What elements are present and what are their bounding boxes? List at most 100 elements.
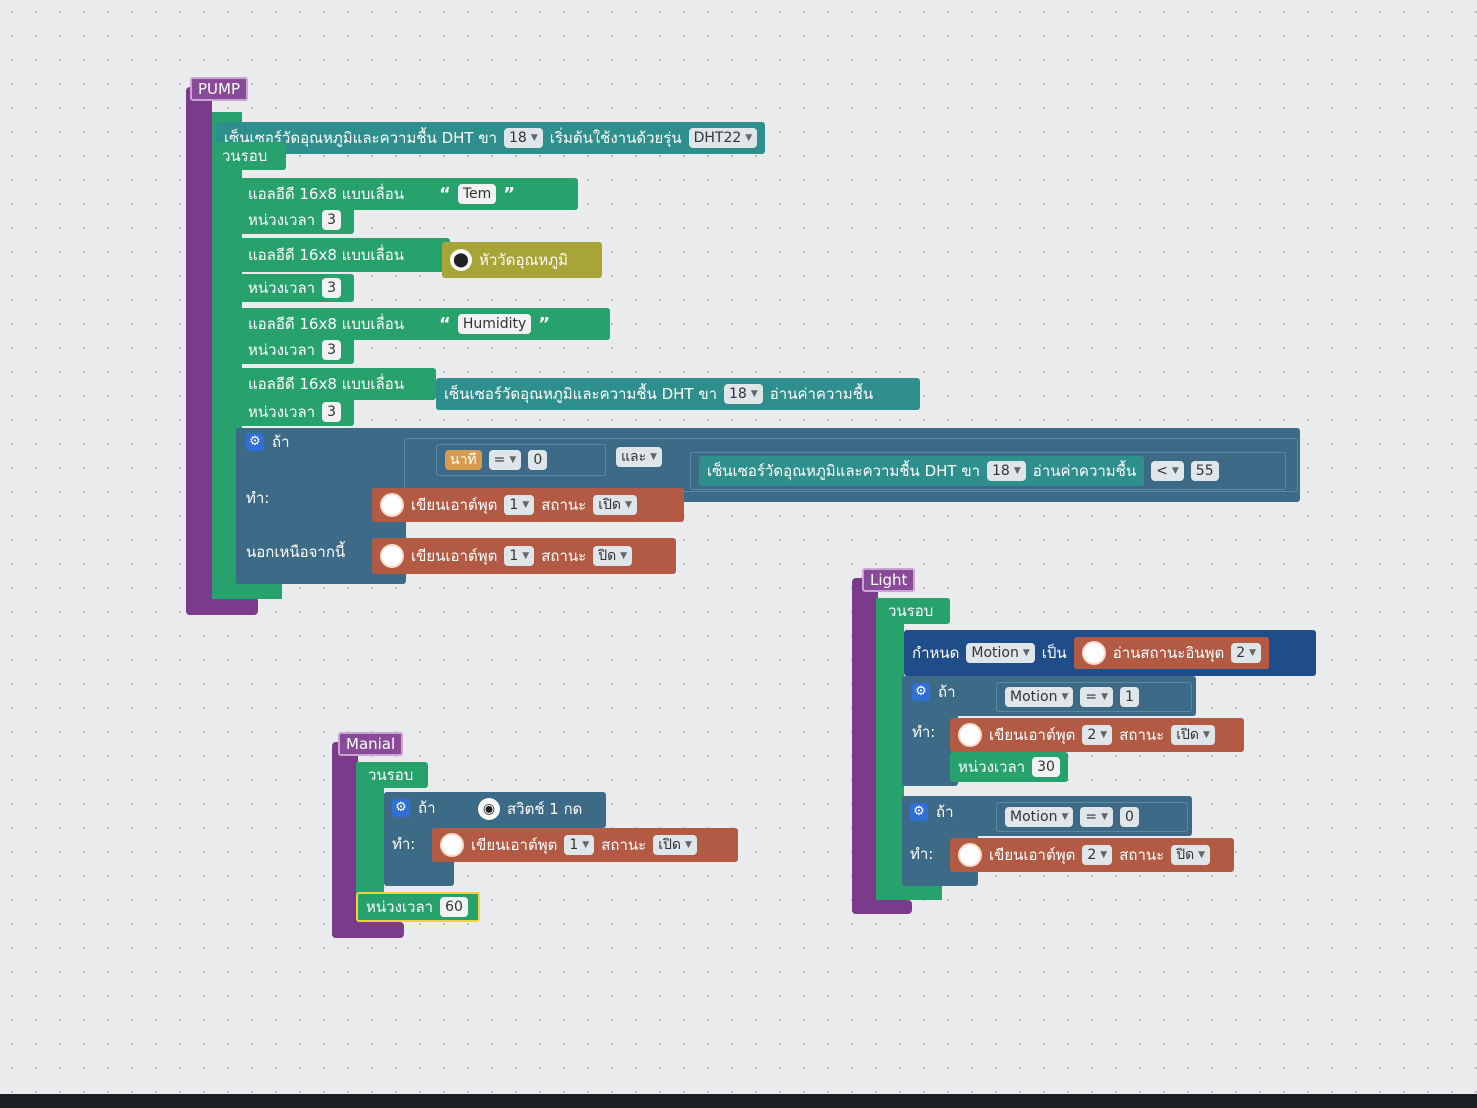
input-pin-dropdown[interactable]: 2 ▼	[1231, 643, 1262, 663]
dropdown-arrow-icon: ▼	[1101, 692, 1109, 702]
led-scroll-block-4[interactable]: แอลอีดี 16x8 แบบเลื่อน	[240, 368, 436, 400]
led-scroll-block-2[interactable]: แอลอีดี 16x8 แบบเลื่อน	[240, 238, 450, 272]
dropdown-arrow-icon: ▼	[624, 500, 632, 510]
and-operator-dropdown[interactable]: และ ▼	[616, 446, 663, 467]
delay-value-field[interactable]: 3	[322, 210, 341, 230]
dht-read-humidity-block[interactable]: เซ็นเซอร์วัดอุณหภูมิและความชื้น DHT ขา 1…	[436, 378, 920, 410]
light-function-name[interactable]: Light	[862, 568, 916, 592]
dht-pin-dropdown[interactable]: 18 ▼	[724, 384, 763, 404]
compare-motion-eq0[interactable]: Motion ▼ = ▼ 0	[996, 802, 1188, 832]
dropdown-arrow-icon: ▼	[1198, 850, 1206, 860]
light-function-frame[interactable]	[852, 578, 878, 914]
bulb-icon	[380, 544, 404, 568]
dropdown-arrow-icon: ▼	[1100, 730, 1108, 740]
switch-pressed-block[interactable]: ◉ สวิตช์ 1 กด	[470, 794, 604, 824]
number-value-0[interactable]: 0	[1120, 807, 1139, 827]
compare-humidity-block[interactable]: เซ็นเซอร์วัดอุณหภูมิและความชื้น DHT ขา 1…	[690, 452, 1286, 490]
bulb-icon	[1081, 641, 1106, 665]
gear-icon[interactable]: ⚙	[246, 433, 264, 451]
write-output-block-on[interactable]: เขียนเอาต์พุต 1 ▼ สถานะ เปิด ▼	[372, 488, 684, 522]
manual-delay-block[interactable]: หน่วงเวลา 60	[356, 892, 480, 922]
output-state-dropdown[interactable]: เปิด ▼	[593, 495, 637, 515]
write-output-block-off[interactable]: เขียนเอาต์พุต 1 ▼ สถานะ ปิด ▼	[372, 538, 676, 574]
dht-model-dropdown[interactable]: DHT22 ▼	[688, 128, 758, 148]
dropdown-arrow-icon: ▼	[745, 133, 753, 143]
led-text-field-tem[interactable]: Tem	[457, 184, 497, 204]
output-pin-dropdown[interactable]: 2 ▼	[1082, 845, 1113, 865]
dht-read-humidity-cond[interactable]: เซ็นเซอร์วัดอุณหภูมิและความชื้น DHT ขา 1…	[699, 456, 1145, 486]
pump-do-label: ทำ:	[246, 489, 270, 507]
delay-value-field[interactable]: 3	[322, 340, 341, 360]
gear-icon[interactable]: ⚙	[392, 799, 410, 817]
dht-pin-dropdown[interactable]: 18 ▼	[504, 128, 543, 148]
dropdown-arrow-icon: ▼	[1061, 812, 1069, 822]
light-write-output-on[interactable]: เขียนเอาต์พุต 2 ▼ สถานะ เปิด ▼	[950, 718, 1244, 752]
dht-init-block[interactable]: เซ็นเซอร์วัดอุณหภูมิและความชื้น DHT ขา 1…	[216, 122, 766, 154]
light-if2-header: ⚙ ถ้า	[910, 800, 954, 824]
output-pin-dropdown[interactable]: 1 ▼	[504, 495, 535, 515]
delay-value-field[interactable]: 3	[322, 402, 341, 422]
output-state-dropdown[interactable]: เปิด ▼	[653, 835, 697, 855]
compare-operator-dropdown[interactable]: < ▼	[1151, 461, 1184, 481]
light-write-output-off[interactable]: เขียนเอาต์พุต 2 ▼ สถานะ ปิด ▼	[950, 838, 1234, 872]
number-value-1[interactable]: 1	[1120, 687, 1139, 707]
delay-block-3[interactable]: หน่วงเวลา 3	[240, 336, 354, 364]
dropdown-arrow-icon: ▼	[522, 500, 530, 510]
number-value-0[interactable]: 0	[528, 450, 548, 470]
delay-value-field[interactable]: 30	[1032, 757, 1060, 777]
pump-loop-foot	[212, 583, 282, 599]
pump-function-name[interactable]: PUMP	[190, 77, 249, 101]
number-value-55[interactable]: 55	[1190, 461, 1219, 481]
gear-icon[interactable]: ⚙	[912, 683, 930, 701]
light-forever-label[interactable]: วนรอบ	[880, 598, 950, 624]
compare-operator-dropdown[interactable]: = ▼	[488, 450, 522, 470]
dropdown-arrow-icon: ▼	[1022, 648, 1030, 658]
gear-icon[interactable]: ⚙	[910, 803, 928, 821]
compare-minute-block[interactable]: นาที = ▼ 0	[436, 444, 606, 476]
bulb-icon	[380, 493, 404, 517]
blockly-workspace[interactable]: PUMP เซ็นเซอร์วัดอุณหภูมิและความชื้น DHT…	[0, 0, 1477, 1108]
output-pin-dropdown[interactable]: 2 ▼	[1082, 725, 1113, 745]
output-pin-dropdown[interactable]: 1 ▼	[564, 835, 595, 855]
motion-variable-dropdown[interactable]: Motion ▼	[1005, 687, 1074, 707]
taskbar	[0, 1094, 1477, 1108]
dropdown-arrow-icon: ▼	[1100, 850, 1108, 860]
pump-if-header: ⚙ ถ้า	[246, 430, 290, 454]
dropdown-arrow-icon: ▼	[1101, 812, 1109, 822]
light-delay-block[interactable]: หน่วงเวลา 30	[950, 752, 1068, 782]
manual-forever-label[interactable]: วนรอบ	[360, 762, 428, 788]
delay-value-field[interactable]: 3	[322, 278, 341, 298]
dropdown-arrow-icon: ▼	[750, 389, 758, 399]
dropdown-arrow-icon: ▼	[1249, 648, 1257, 658]
motion-variable-dropdown[interactable]: Motion ▼	[1005, 807, 1074, 827]
read-input-block[interactable]: อ่านสถานะอินพุต 2 ▼	[1073, 637, 1270, 669]
output-state-dropdown[interactable]: ปิด ▼	[593, 546, 633, 566]
motion-variable-dropdown[interactable]: Motion ▼	[966, 643, 1035, 663]
compare-operator-dropdown[interactable]: = ▼	[1080, 807, 1114, 827]
eye-icon: ◉	[478, 798, 500, 820]
delay-block-2[interactable]: หน่วงเวลา 3	[240, 274, 354, 302]
temperature-sensor-block[interactable]: ⬤ หัววัดอุณหภูมิ	[442, 242, 602, 278]
minute-block[interactable]: นาที	[445, 450, 482, 470]
bulb-icon	[958, 843, 982, 867]
compare-operator-dropdown[interactable]: = ▼	[1080, 687, 1114, 707]
set-motion-block[interactable]: กำหนด Motion ▼ เป็น อ่านสถานะอินพุต 2 ▼	[904, 630, 1316, 676]
delay-block-1[interactable]: หน่วงเวลา 3	[240, 206, 354, 234]
led-text-field-humidity[interactable]: Humidity	[457, 314, 532, 334]
manual-function-name[interactable]: Manial	[338, 732, 404, 756]
manual-write-output-on[interactable]: เขียนเอาต์พุต 1 ▼ สถานะ เปิด ▼	[432, 828, 738, 862]
output-pin-dropdown[interactable]: 1 ▼	[504, 546, 535, 566]
delay-value-field[interactable]: 60	[440, 897, 468, 917]
manual-if-header: ⚙ ถ้า	[392, 796, 436, 820]
output-state-dropdown[interactable]: ปิด ▼	[1171, 845, 1211, 865]
dht-pin-dropdown[interactable]: 18 ▼	[987, 461, 1026, 481]
compare-motion-eq1[interactable]: Motion ▼ = ▼ 1	[996, 682, 1192, 712]
dropdown-arrow-icon: ▼	[1202, 730, 1210, 740]
thermometer-icon: ⬤	[450, 249, 472, 271]
output-state-dropdown[interactable]: เปิด ▼	[1171, 725, 1215, 745]
bulb-icon	[440, 833, 464, 857]
manual-function-frame[interactable]	[332, 742, 358, 938]
pump-forever-label[interactable]: วนรอบ	[214, 142, 286, 170]
delay-block-4[interactable]: หน่วงเวลา 3	[240, 398, 354, 426]
pump-else-label: นอกเหนือจากนี้	[246, 543, 346, 561]
